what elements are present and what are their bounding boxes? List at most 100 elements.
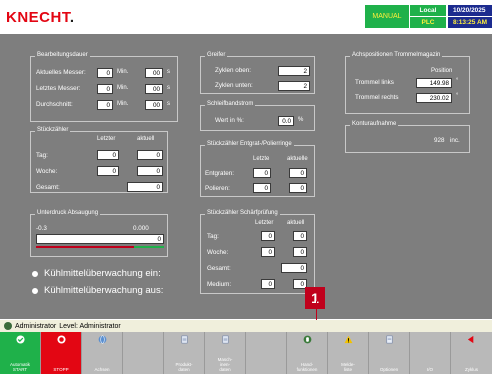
manual-functions-button[interactable]: Hand- funktionen [287,332,328,374]
options-button[interactable]: Optionen [369,332,410,374]
arrow-left-icon [467,335,474,344]
button-label: Produkt- daten [175,362,193,372]
group-stueckzaehler: Stückzähler Letzter aktuell Tag: 0 0 Woc… [30,127,168,193]
seconds-unit: s [167,85,170,91]
user-icon [4,322,12,330]
empty-button[interactable] [246,332,287,374]
message-list-button[interactable]: Melde- liste [328,332,369,374]
group-konturaufnahme: Konturaufnahme 928 inc. [345,121,470,153]
group-title: Stückzähler Entgrat-/Polierringe [205,141,294,147]
minutes-unit: Min. [117,85,129,91]
current-value: 0 [289,183,307,193]
seconds-value: 00 [145,84,163,94]
coolant-off-label: Kühlmittelüberwachung aus: [44,285,164,296]
plc-indicator: PLC [410,17,446,28]
check-icon [15,335,25,344]
group-title: Achspositionen Trommelmagazin [350,52,443,58]
row-label: Polieren: [205,185,230,192]
position-value: 149.98 [416,78,452,88]
group-title: Greifer [205,52,228,58]
minutes-value: 0 [97,100,113,110]
radio-icon [32,287,38,294]
coolant-off-option[interactable]: Kühlmittelüberwachung aus: [32,285,163,296]
row-label: Trommel links [355,79,394,86]
button-label: Achsen [94,367,110,372]
last-value: 0 [261,231,275,241]
row-label: Gesamt: [36,184,60,191]
stop-button[interactable]: STOPP [41,332,82,374]
seconds-value: 00 [145,68,163,78]
header: KNECHT. MANUAL Local PLC 10/20/2025 8:13… [0,0,492,34]
machine-data-button[interactable]: Masch- inen- daten [205,332,246,374]
group-greifer: Greifer Zyklen oben: 2 Zyklen unten: 2 [200,52,315,94]
local-indicator: Local [410,5,446,16]
row-label: Zyklen oben: [215,67,252,74]
group-title: Konturaufnahme [350,121,399,127]
minutes-value: 0 [97,68,113,78]
vacuum-bar-green [134,246,164,248]
column-header: Letzter [255,220,274,226]
scale-min: -0.3 [36,225,47,232]
group-achspositionen: Achspositionen Trommelmagazin Position T… [345,52,470,114]
degree-unit: ° [456,93,459,99]
cycle-button[interactable]: Zyklus [451,332,492,374]
hand-icon [303,335,311,344]
degree-unit: ° [456,78,459,84]
group-schleifbandstrom: Schleifbandstrom Wert in %: 0.0 % [200,101,315,131]
group-unterdruck-absaugung: Unterdruck Absaugung -0.3 0.000 0 [30,210,168,257]
total-value: 0 [127,182,163,192]
user-level: Level: Administrator [59,322,121,330]
total-value: 0 [281,263,307,273]
row-label: Woche: [207,249,229,256]
row-label: Letztes Messer: [36,85,81,92]
current-value: 0.0 [278,116,294,126]
last-value: 0 [97,150,119,160]
row-label: Durchschnitt: [36,101,73,108]
coolant-on-option[interactable]: Kühlmittelüberwachung ein: [32,268,161,279]
percent-unit: % [298,117,304,123]
medium-last-value: 0 [261,279,275,289]
stop-icon [56,335,66,344]
group-entgrat-polierringe: Stückzähler Entgrat-/Polierringe Letzte … [200,141,315,197]
row-label: Tag: [36,152,48,159]
group-schaerfpruefung: Stückzähler Schärfprüfung Letzter aktuel… [200,210,315,294]
group-title: Stückzähler Schärfprüfung [205,210,280,216]
automatic-start-button[interactable]: Automatik START [0,332,41,374]
function-bar: Automatik START STOPP Achsen Produkt- da… [0,332,492,374]
last-value: 0 [253,183,271,193]
knecht-logo: KNECHT. [6,9,75,26]
main-panel: Bearbeitungsdauer Aktuelles Messer: 0 Mi… [0,34,492,319]
button-label: Optionen [379,367,399,372]
column-header: aktuell [287,220,305,226]
radio-selected-icon [32,270,38,277]
empty-button[interactable] [123,332,164,374]
minutes-value: 0 [97,84,113,94]
user-bar: Administrator Level: Administrator [0,320,492,332]
row-label: Zyklen unten: [215,82,253,89]
row-label: Wert in %: [215,117,244,124]
product-data-button[interactable]: Produkt- daten [164,332,205,374]
io-button[interactable]: I/O [410,332,451,374]
button-label: Hand- funktionen [296,362,318,372]
time-display: 8:13:25 AM [448,17,492,28]
button-label: I/O [426,367,433,372]
contour-unit: inc. [450,137,460,144]
user-name: Administrator [15,322,57,330]
warning-icon [344,335,352,344]
last-value: 0 [253,168,271,178]
group-title: Bearbeitungsdauer [35,52,90,58]
row-label: Woche: [36,168,58,175]
current-value: 0 [293,231,307,241]
minutes-unit: Min. [117,101,129,107]
document-icon [222,335,228,344]
callout-marker: 1 [305,287,325,309]
document-icon [386,335,392,344]
row-label: Tag: [207,233,219,240]
current-value: 0 [293,247,307,257]
button-label: Melde- liste [341,362,355,372]
contour-value: 928 [434,137,445,144]
mode-indicator: MANUAL [365,5,409,28]
row-label: Trommel rechts [355,94,399,101]
axes-button[interactable]: Achsen [82,332,123,374]
group-title: Unterdruck Absaugung [35,210,101,216]
